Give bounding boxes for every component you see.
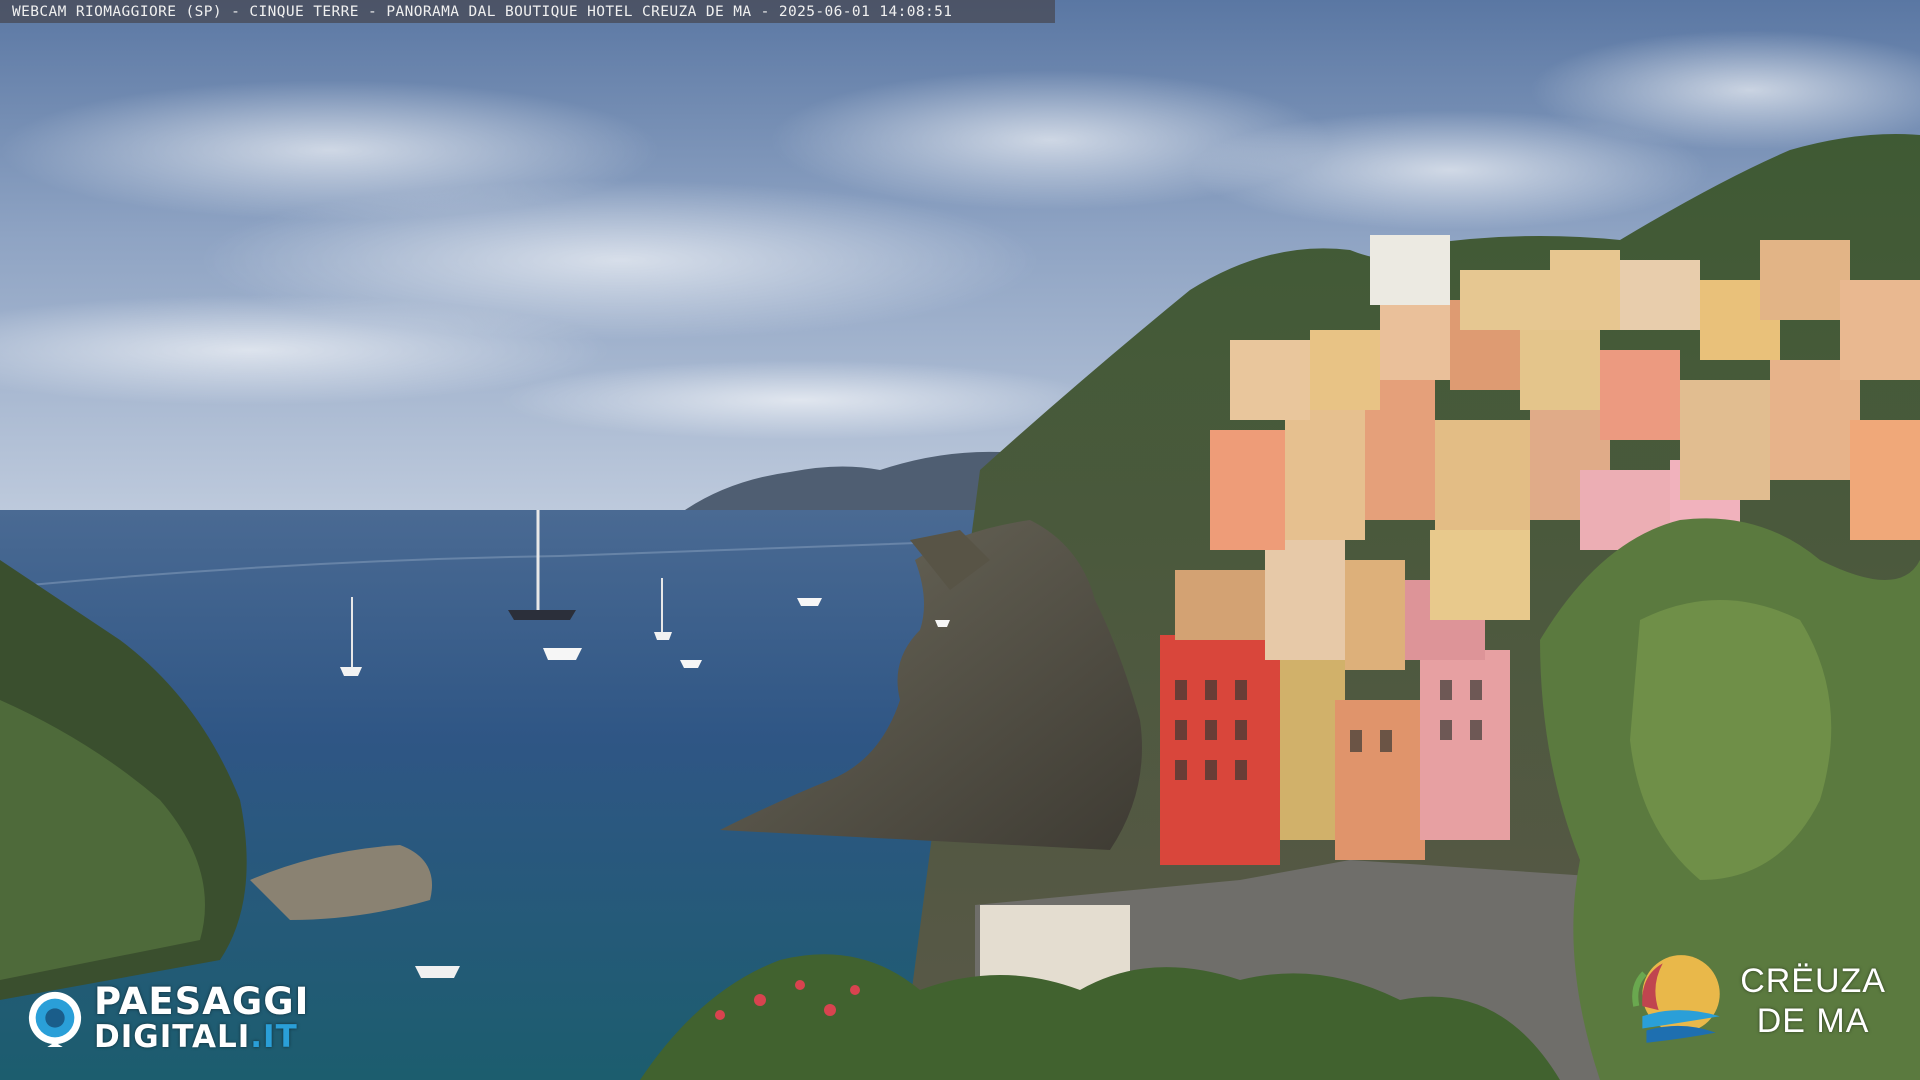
logo-left-suffix: .IT bbox=[250, 1019, 298, 1055]
logo-left-line2: DIGITALI bbox=[94, 1019, 251, 1055]
webcam-scene bbox=[0, 0, 1920, 1080]
building bbox=[1160, 635, 1280, 865]
webcam-caption-bar: WEBCAM RIOMAGGIORE (SP) - CINQUE TERRE -… bbox=[0, 0, 1055, 23]
logo-right-line2: DE MA bbox=[1756, 1002, 1870, 1040]
paesaggi-digitali-logo: PAESAGGI DIGITALI.IT bbox=[26, 978, 309, 1058]
globe-camera-icon bbox=[28, 991, 82, 1047]
webcam-caption: WEBCAM RIOMAGGIORE (SP) - CINQUE TERRE -… bbox=[12, 3, 953, 20]
webcam-frame: WEBCAM RIOMAGGIORE (SP) - CINQUE TERRE -… bbox=[0, 0, 1920, 1080]
logo-left-line1: PAESAGGI bbox=[94, 980, 310, 1023]
logo-right-line1: CRËUZA bbox=[1740, 962, 1886, 1000]
creuza-de-ma-logo: CRËUZA DE MA bbox=[1622, 945, 1886, 1057]
creuza-emblem-icon bbox=[1632, 955, 1720, 1043]
